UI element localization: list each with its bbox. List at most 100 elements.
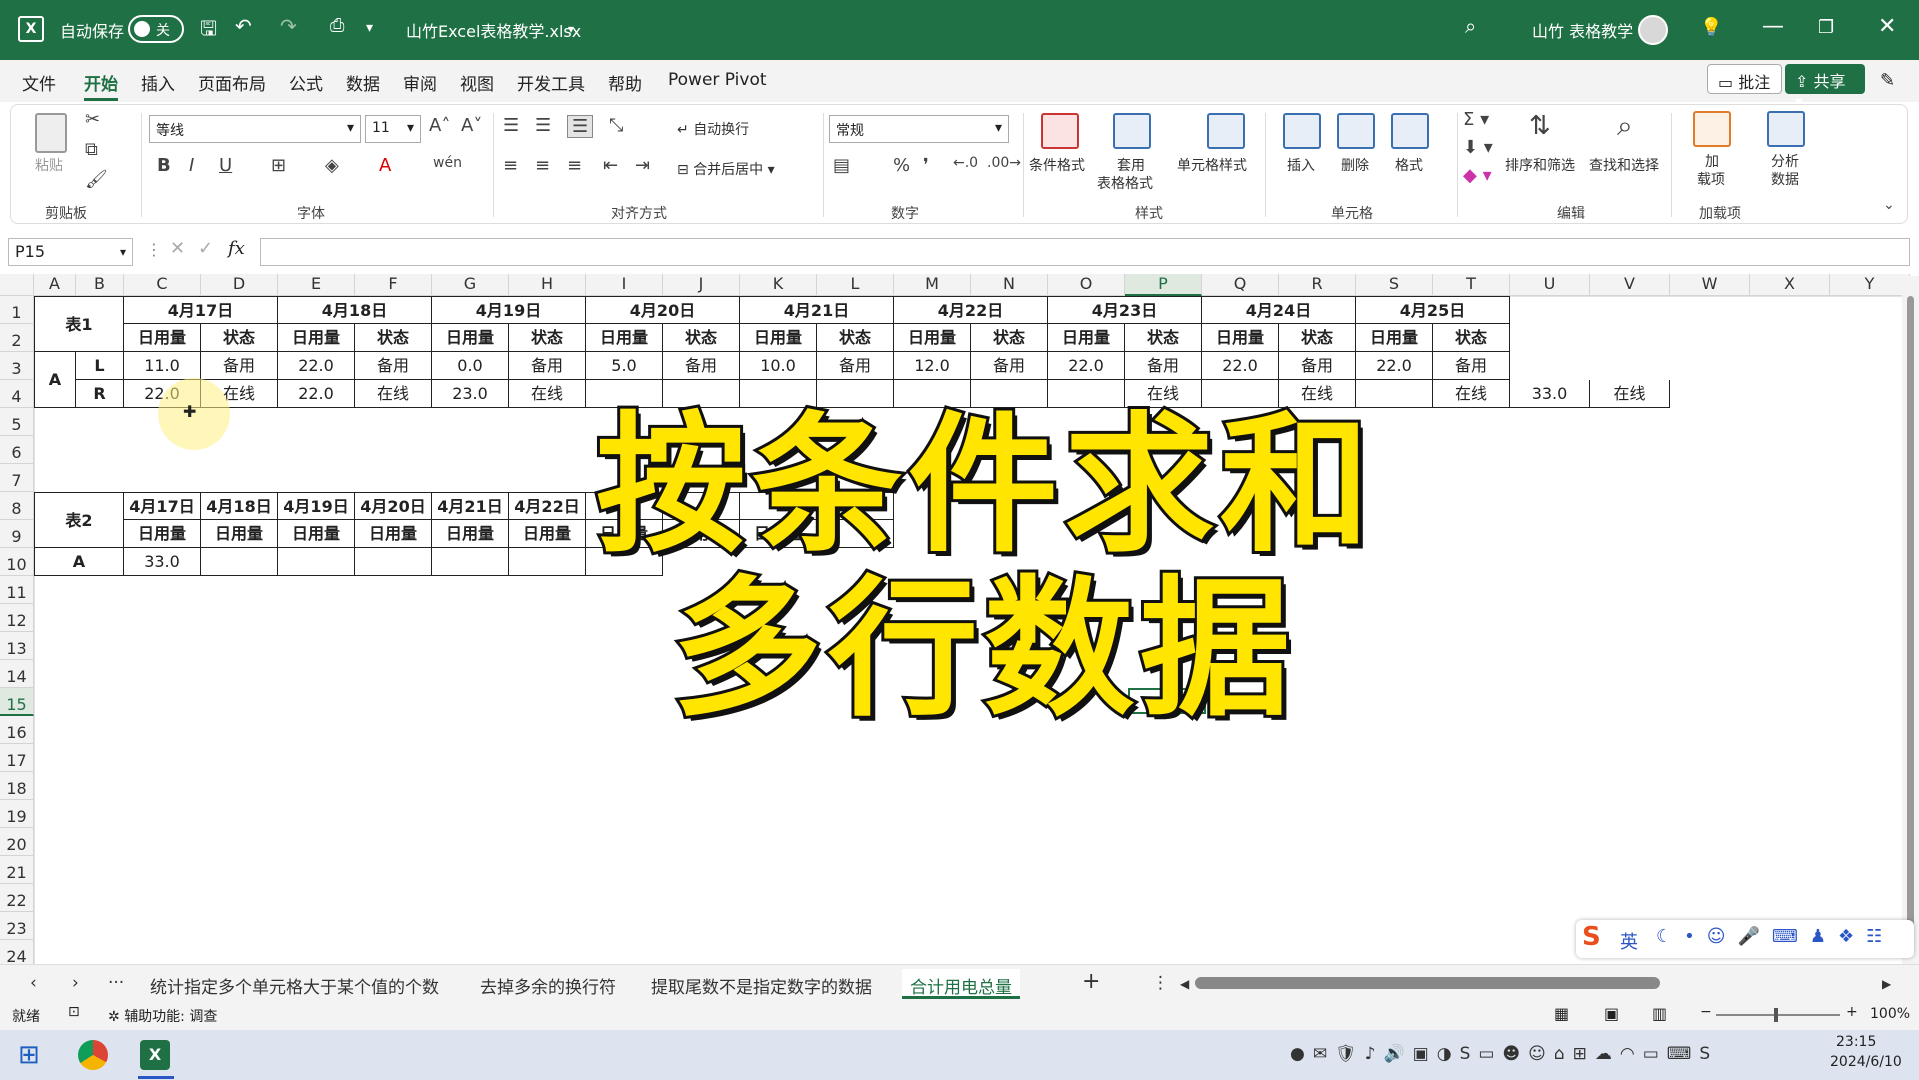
date-header[interactable]: 4月19日	[432, 296, 586, 324]
ime-language[interactable]: 英	[1620, 928, 1638, 954]
clock-date[interactable]: 2024/6/10	[1830, 1054, 1902, 1070]
share-button[interactable]: ⇪ 共享 ▾	[1785, 64, 1865, 111]
align-top-icon[interactable]: ☰	[503, 115, 519, 136]
data-cell[interactable]: 在线	[355, 380, 432, 408]
font-color-icon[interactable]: A	[379, 155, 391, 176]
pen-icon[interactable]: ✎	[1880, 70, 1895, 91]
percent-icon[interactable]: %	[893, 155, 910, 176]
date-header[interactable]: 4月17日	[124, 492, 201, 520]
data-cell[interactable]: 11.0	[124, 352, 201, 380]
zoom-in-icon[interactable]: +	[1846, 1004, 1858, 1020]
date-header[interactable]: 4月18日	[201, 492, 278, 520]
decrease-indent-icon[interactable]: ⇤	[603, 155, 618, 176]
row-header-21[interactable]: 21	[0, 856, 34, 884]
data-cell[interactable]: 在线	[1590, 380, 1670, 408]
date-header[interactable]: 4月25日	[1356, 296, 1510, 324]
align-right-icon[interactable]: ≡	[567, 155, 582, 176]
align-middle-icon[interactable]: ☰	[535, 115, 551, 136]
column-header-y[interactable]: Y	[1830, 274, 1910, 296]
row-label[interactable]: L	[76, 352, 124, 380]
subheader-status[interactable]: 状态	[355, 324, 432, 352]
table2-group[interactable]: A	[34, 548, 124, 576]
sort-filter-icon[interactable]: ⇅	[1529, 111, 1551, 141]
column-header-i[interactable]: I	[586, 274, 663, 296]
increase-decimal-icon[interactable]: ←.0	[953, 155, 978, 171]
row-header-24[interactable]: 24	[0, 940, 34, 964]
subheader-status[interactable]: 状态	[971, 324, 1048, 352]
data-cell[interactable]: 33.0	[1510, 380, 1590, 408]
subheader-status[interactable]: 状态	[663, 324, 740, 352]
row-header-3[interactable]: 3	[0, 352, 34, 380]
column-header-a[interactable]: A	[34, 274, 76, 296]
chrome-icon[interactable]	[78, 1040, 108, 1070]
conditional-format-button[interactable]: 条件格式	[1029, 155, 1085, 175]
accessibility-status[interactable]: ✲ 辅助功能: 调查	[108, 1006, 217, 1026]
lightbulb-icon[interactable]: 💡	[1700, 17, 1722, 38]
column-header-w[interactable]: W	[1670, 274, 1750, 296]
align-bottom-icon[interactable]: ☰	[567, 115, 594, 138]
collapse-ribbon-icon[interactable]: ⌄	[1883, 197, 1895, 213]
subheader-usage[interactable]: 日用量	[355, 520, 432, 548]
accounting-format-icon[interactable]: ▤	[833, 155, 850, 176]
paste-button[interactable]: 粘贴	[35, 155, 63, 175]
row-header-4[interactable]: 4	[0, 380, 34, 408]
zoom-slider[interactable]	[1716, 1008, 1840, 1022]
macro-record-icon[interactable]: ⊡	[68, 1004, 80, 1020]
tab-view[interactable]: 视图	[460, 70, 494, 95]
normal-view-icon[interactable]: ▦	[1554, 1004, 1569, 1023]
excel-taskbar-icon[interactable]: X	[140, 1040, 170, 1070]
data-cell[interactable]: 在线	[509, 380, 586, 408]
align-center-icon[interactable]: ≡	[535, 155, 550, 176]
row-header-20[interactable]: 20	[0, 828, 34, 856]
cell-styles-button[interactable]: 单元格样式	[1177, 155, 1247, 175]
data-cell[interactable]: 在线	[1433, 380, 1510, 408]
customize-toolbar-icon[interactable]: ▾	[366, 20, 373, 36]
row-header-16[interactable]: 16	[0, 716, 34, 744]
undo-icon[interactable]: ↶	[235, 14, 252, 38]
row-header-5[interactable]: 5	[0, 408, 34, 436]
font-size-select[interactable]: 11 ▾	[365, 115, 421, 143]
data-cell[interactable]: 23.0	[432, 380, 509, 408]
subheader-usage[interactable]: 日用量	[1202, 324, 1279, 352]
subheader-usage[interactable]: 日用量	[278, 520, 355, 548]
font-name-select[interactable]: 等线 ▾	[149, 115, 361, 143]
column-header-g[interactable]: G	[432, 274, 509, 296]
subheader-usage[interactable]: 日用量	[1356, 324, 1433, 352]
sheet-tab[interactable]: 统计指定多个单元格大于某个值的个数	[150, 973, 439, 998]
data-cell[interactable]	[509, 548, 586, 576]
enter-icon[interactable]: ✓	[198, 238, 213, 259]
delete-cells-button[interactable]: 删除	[1341, 155, 1369, 175]
search-icon[interactable]: ⌕	[1465, 14, 1476, 38]
scroll-tabs-left-icon[interactable]: ‹	[30, 973, 37, 993]
border-icon[interactable]: ⊞	[271, 155, 286, 176]
data-cell[interactable]: 22.0	[278, 380, 355, 408]
file-name[interactable]: 山竹Excel表格教学.xlsx	[406, 18, 581, 42]
tab-review[interactable]: 审阅	[403, 70, 437, 95]
fx-icon[interactable]: fx	[228, 238, 245, 259]
row-header-17[interactable]: 17	[0, 744, 34, 772]
date-header[interactable]: 4月20日	[586, 296, 740, 324]
row-header-19[interactable]: 19	[0, 800, 34, 828]
subheader-usage[interactable]: 日用量	[124, 520, 201, 548]
format-table-button[interactable]: 套用	[1117, 155, 1145, 175]
format-painter-icon[interactable]: 🖌	[85, 169, 108, 190]
subheader-usage[interactable]: 日用量	[586, 324, 663, 352]
paste-icon[interactable]	[35, 113, 67, 153]
row-header-12[interactable]: 12	[0, 604, 34, 632]
column-header-d[interactable]: D	[201, 274, 278, 296]
column-header-l[interactable]: L	[817, 274, 894, 296]
subheader-status[interactable]: 状态	[201, 324, 278, 352]
date-header[interactable]: 4月17日	[124, 296, 278, 324]
date-header[interactable]: 4月22日	[894, 296, 1048, 324]
row-header-9[interactable]: 9	[0, 520, 34, 548]
subheader-usage[interactable]: 日用量	[509, 520, 586, 548]
table1-title[interactable]: 表1	[34, 296, 124, 352]
column-header-e[interactable]: E	[278, 274, 355, 296]
clock-time[interactable]: 23:15	[1836, 1034, 1876, 1050]
more-tabs-icon[interactable]: ···	[108, 973, 124, 993]
row-label[interactable]: R	[76, 380, 124, 408]
minimize-icon[interactable]: —	[1762, 14, 1784, 39]
sogou-icon[interactable]: S	[1582, 922, 1601, 952]
sheet-tab[interactable]: 去掉多余的换行符	[480, 973, 616, 998]
increase-indent-icon[interactable]: ⇥	[635, 155, 650, 176]
